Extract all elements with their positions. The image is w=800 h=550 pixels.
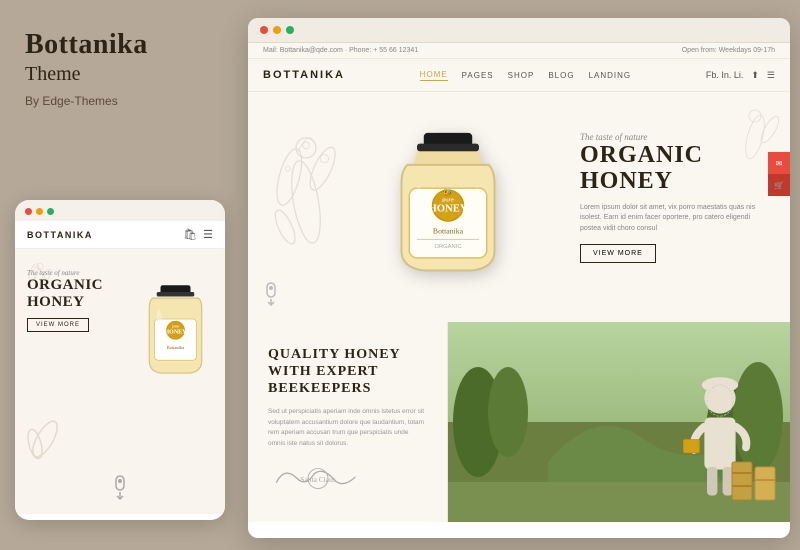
hero-honey-jar: pure HONEY 🐝 Bottanika ORGANIC [378,107,518,307]
mobile-menu-icon[interactable]: ☰ [203,228,213,241]
desktop-mockup: Mail: Bottanika@qde.com · Phone: + 55 66… [248,18,790,538]
site-hero: pure HONEY 🐝 Bottanika ORGANIC The taste… [248,92,790,322]
svg-text:Bottanika: Bottanika [167,345,185,350]
brand-by: By Edge-Themes [25,94,215,108]
mobile-view-button[interactable]: VIEW MORE [27,318,89,332]
mobile-body: The taste of nature ORGANIC HONEY VIEW M… [15,249,225,514]
mobile-header: BOTTANIKA 🛍 ☰ [15,221,225,249]
hero-scroll-icon [263,282,279,312]
svg-text:🐝: 🐝 [443,187,453,196]
section2-description: Sed ut perspiciatis aperiam inde omnis i… [268,407,427,449]
mobile-organic-line1: ORGANIC [27,277,103,294]
desktop-dot-red [260,26,268,34]
nav-blog[interactable]: BLOG [548,71,574,80]
mobile-honey-jar-icon: pure HONEY Bottanika [138,279,213,389]
section2-title: QUALITY HONEY WITH EXPERT BEEKEEPERS [268,347,427,397]
desktop-right-icon-top[interactable]: ✉ [768,152,790,174]
brand-title: Bottanika [25,30,215,61]
site-nav: BOTTANIKA HOME PAGES SHOP BLOG LANDING F… [248,59,790,92]
desktop-right-icon-bottom[interactable]: 🛒 [768,174,790,196]
mobile-organic-line2: HONEY [27,294,103,311]
nav-shop[interactable]: SHOP [508,71,535,80]
section2-signature: Santa Claus [268,461,427,501]
nav-landing[interactable]: LANDING [589,71,632,80]
topbar-hours: Open from: Weekdays 09-17h [682,47,775,54]
nav-share-icon[interactable]: ⬆ [751,70,759,81]
mobile-hero-text: The taste of nature ORGANIC HONEY VIEW M… [27,269,103,332]
mobile-scroll-icon [112,475,128,506]
svg-text:ORGANIC: ORGANIC [434,244,461,250]
site-section2: QUALITY HONEY WITH EXPERT BEEKEEPERS Sed… [248,322,790,522]
svg-text:HONEY: HONEY [428,203,467,214]
svg-text:Bottanika: Bottanika [433,226,464,235]
hero-description: Lorem ipsum dolor sit amet, vix porro ma… [580,203,760,235]
brand-subtitle: Theme [25,63,215,86]
mobile-titlebar [15,200,225,221]
mobile-dot-green [47,208,54,215]
mobile-nav-icons: 🛍 ☰ [183,228,213,241]
desktop-dot-green [286,26,294,34]
mobile-floral-bottom-right [15,409,75,469]
mobile-bag-icon[interactable]: 🛍 [183,228,197,241]
nav-home[interactable]: HOME [420,70,448,81]
mobile-dot-yellow [36,208,43,215]
desktop-dot-yellow [273,26,281,34]
right-icon-symbol: ✉ [776,159,783,168]
beehive-boxes [730,457,780,502]
svg-text:Santa Claus: Santa Claus [300,475,336,484]
hero-view-button[interactable]: VIEW MORE [580,244,656,263]
mobile-logo: BOTTANIKA [27,230,93,240]
desktop-right-icons: ✉ 🛒 [768,152,790,196]
right-cart-symbol: 🛒 [774,181,784,190]
mobile-dot-red [25,208,32,215]
nav-social-links: Fb. In. Li. [706,70,744,80]
nav-pages[interactable]: PAGES [462,71,494,80]
site-nav-links: HOME PAGES SHOP BLOG LANDING [420,70,631,81]
site-topbar: Mail: Bottanika@qde.com · Phone: + 55 66… [248,43,790,59]
nav-menu-icon[interactable]: ☰ [767,70,775,81]
mobile-taste-label: The taste of nature [27,269,103,277]
topbar-contact: Mail: Bottanika@qde.com · Phone: + 55 66… [263,47,418,54]
svg-text:pure: pure [172,324,180,328]
svg-text:HONEY: HONEY [164,329,187,335]
honey-jar-svg: pure HONEY 🐝 Bottanika ORGANIC [388,130,508,285]
site-nav-right: Fb. In. Li. ⬆ ☰ [706,70,775,81]
section2-image [448,322,790,522]
mobile-mockup: BOTTANIKA 🛍 ☰ The taste of nature ORGANI… [15,200,225,520]
hero-floral-left [256,102,356,302]
section2-text: QUALITY HONEY WITH EXPERT BEEKEEPERS Sed… [248,322,448,522]
beekeeper-scene [448,322,790,522]
desktop-titlebar [248,18,790,43]
site-logo: BOTTANIKA [263,69,345,81]
desktop-content: Mail: Bottanika@qde.com · Phone: + 55 66… [248,43,790,535]
